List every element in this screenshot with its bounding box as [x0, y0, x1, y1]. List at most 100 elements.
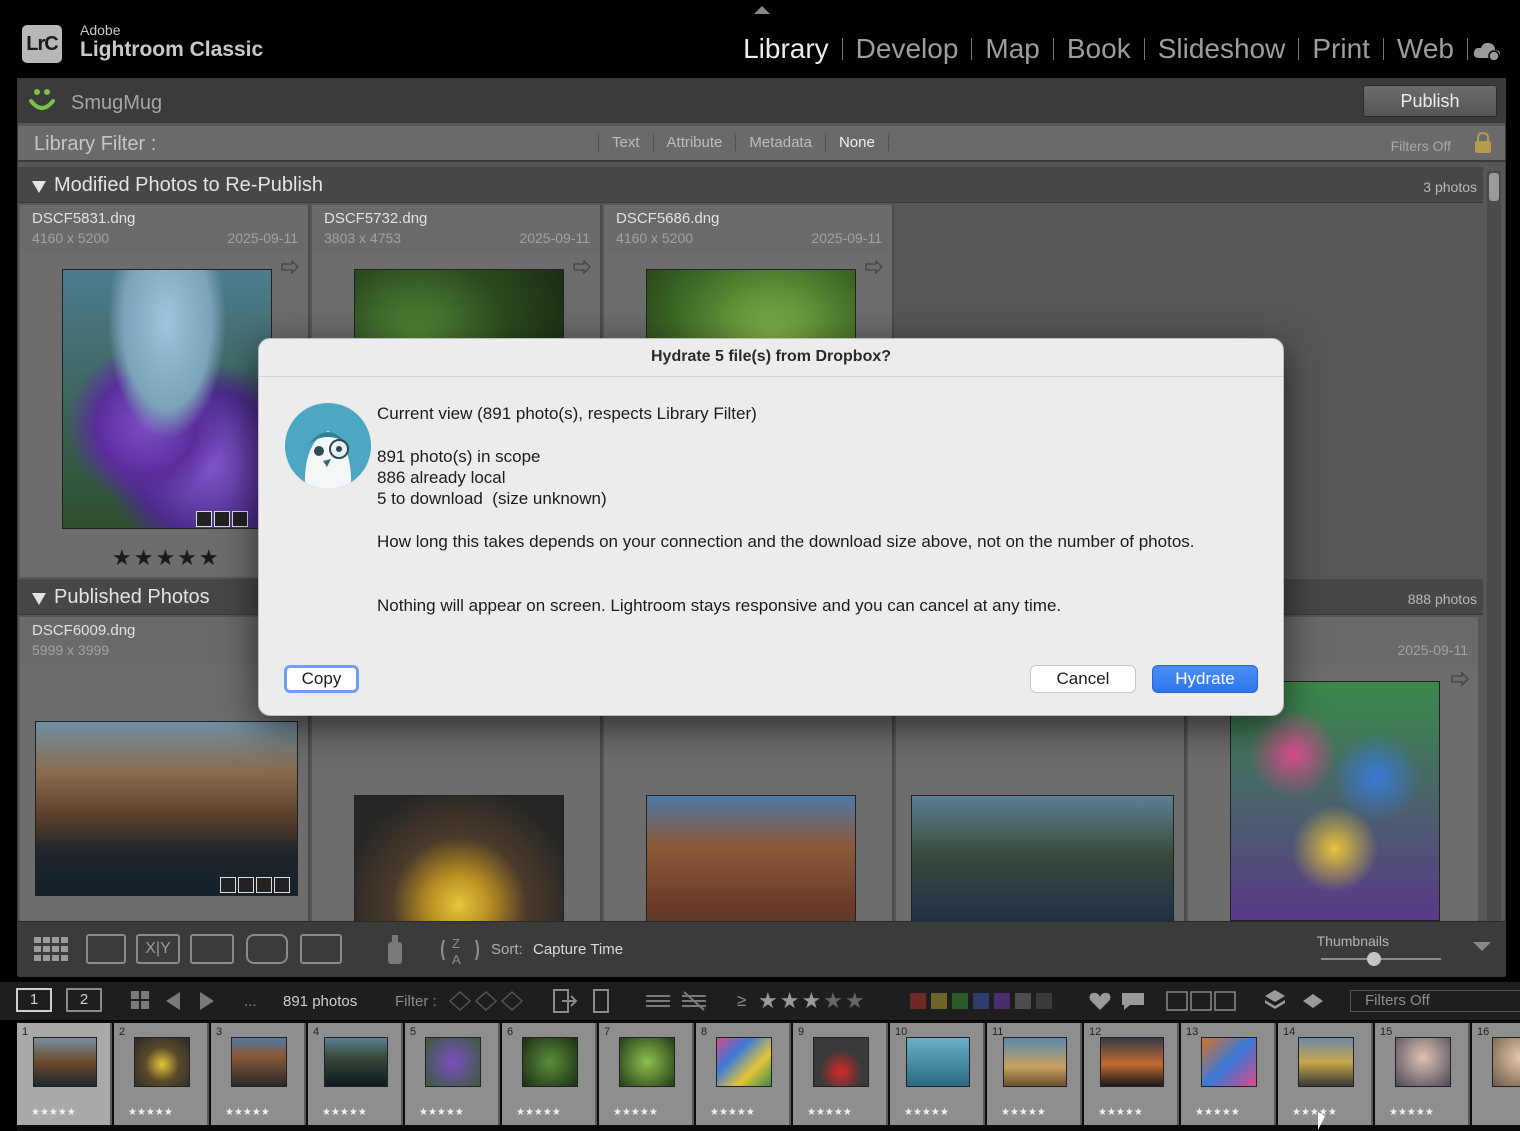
slideshow-view-icon[interactable]	[300, 934, 342, 964]
rating-operator[interactable]: ≥	[737, 991, 746, 1011]
rating-filter-stars[interactable]: ★★★★★	[758, 988, 867, 1014]
stack-icon[interactable]	[1264, 988, 1286, 1014]
filmstrip-thumb[interactable]: 16	[1472, 1023, 1520, 1125]
loupe-view-icon[interactable]	[86, 934, 126, 964]
filmstrip-thumb[interactable]: 12 ★★★★★	[1084, 1023, 1179, 1125]
photo-thumbnail[interactable]	[35, 721, 298, 896]
main-window-button[interactable]: 1	[16, 988, 52, 1012]
grid-view-icon[interactable]	[32, 934, 72, 964]
forward-arrow-icon[interactable]	[200, 992, 214, 1010]
photo-thumbnail[interactable]	[911, 795, 1174, 921]
toolbar-menu-chevron-icon[interactable]	[1473, 942, 1491, 951]
scrollbar-thumb[interactable]	[1489, 173, 1499, 201]
secondary-window-button[interactable]: 2	[66, 988, 102, 1012]
edit-status-icons[interactable]	[644, 990, 710, 1012]
filmstrip-filter-select[interactable]: Filters Off	[1350, 990, 1520, 1012]
module-picker: Library Develop Map Book Slideshow Print…	[730, 33, 1468, 65]
module-slideshow[interactable]: Slideshow	[1145, 33, 1299, 65]
filmstrip-thumb[interactable]: 11 ★★★★★	[987, 1023, 1082, 1125]
module-book[interactable]: Book	[1054, 33, 1144, 65]
module-library[interactable]: Library	[730, 33, 842, 65]
grid-icon[interactable]	[130, 990, 150, 1010]
photo-thumbnail[interactable]	[1230, 681, 1440, 921]
import-export-icons[interactable]	[552, 988, 614, 1014]
survey-view-icon[interactable]	[190, 934, 234, 964]
module-map[interactable]: Map	[972, 33, 1052, 65]
photo-count[interactable]: 891 photos	[283, 993, 357, 1010]
filmstrip-thumb[interactable]: 13 ★★★★★	[1181, 1023, 1276, 1125]
color-label-filter[interactable]	[910, 993, 1052, 1009]
cloud-sync-icon[interactable]	[1472, 40, 1502, 62]
grid-scrollbar[interactable]	[1487, 171, 1501, 921]
photo-thumbnail[interactable]	[354, 795, 564, 921]
filmstrip-thumb[interactable]: 7 ★★★★★	[599, 1023, 694, 1125]
file-name: DSCF5686.dng	[616, 210, 720, 227]
source-path[interactable]: ...	[244, 993, 257, 1010]
back-arrow-icon[interactable]	[166, 992, 180, 1010]
top-panel-toggle-icon[interactable]	[754, 6, 770, 14]
star-rating[interactable]: ★★★★★	[112, 545, 221, 571]
file-dimensions: 3803 x 4753	[324, 230, 402, 246]
collapse-chevron-icon[interactable]	[1302, 992, 1324, 1010]
file-date: 2025-09-11	[519, 230, 590, 246]
brand-name: Lightroom Classic	[80, 38, 264, 61]
compare-view-icon[interactable]: X|Y	[136, 934, 180, 964]
sync-arrow-icon	[281, 260, 299, 274]
flag-filter-icons[interactable]	[448, 990, 528, 1012]
filter-none[interactable]: None	[824, 134, 889, 151]
cancel-button[interactable]: Cancel	[1030, 665, 1136, 693]
filter-label: Filter :	[395, 993, 437, 1010]
library-filter-label: Library Filter :	[34, 133, 157, 155]
filter-metadata[interactable]: Metadata	[735, 134, 825, 151]
filter-text[interactable]: Text	[598, 134, 653, 151]
module-print[interactable]: Print	[1299, 33, 1383, 65]
lock-icon[interactable]	[1473, 132, 1493, 154]
section-title: Published Photos	[54, 586, 210, 608]
file-date: 2025-09-11	[227, 230, 298, 246]
cell-header: DSCF5686.dng 4160 x 5200 2025-09-11	[604, 205, 892, 253]
painter-spray-icon[interactable]	[384, 932, 406, 966]
svg-text:A: A	[452, 952, 461, 966]
filmstrip-thumb[interactable]: 10 ★★★★★	[890, 1023, 985, 1125]
filter-presets-select[interactable]: Filters Off	[1391, 138, 1451, 154]
hydrate-button[interactable]: Hydrate	[1152, 665, 1258, 693]
metadata-badges	[220, 877, 290, 893]
disclosure-triangle-icon[interactable]	[32, 593, 46, 605]
filmstrip-thumb[interactable]: 15 ★★★★★	[1375, 1023, 1470, 1125]
photo-thumbnail[interactable]	[646, 795, 856, 921]
filmstrip-thumb[interactable]: 6 ★★★★★	[502, 1023, 597, 1125]
metadata-badges	[196, 511, 248, 527]
filter-attribute[interactable]: Attribute	[652, 134, 736, 151]
filmstrip-thumb[interactable]: 9 ★★★★★	[793, 1023, 888, 1125]
filmstrip-thumb[interactable]: 14 ★★★★★	[1278, 1023, 1373, 1125]
filmstrip-thumb[interactable]: 5 ★★★★★	[405, 1023, 500, 1125]
filmstrip-thumb[interactable]: 3 ★★★★★	[211, 1023, 306, 1125]
filmstrip-thumb[interactable]: 4 ★★★★★	[308, 1023, 403, 1125]
section-modified-header[interactable]: Modified Photos to Re-Publish 3 photos	[18, 167, 1483, 203]
filmstrip-thumb[interactable]: 1 ★★★★★	[17, 1023, 112, 1125]
filmstrip-thumb[interactable]: 2 ★★★★★	[114, 1023, 209, 1125]
heart-comment-icons[interactable]	[1088, 990, 1146, 1012]
file-date: 2025-09-11	[1397, 642, 1468, 658]
dialog-count-line: 891 photo(s) in scope	[377, 447, 541, 466]
thumbnail-slider-knob[interactable]	[1367, 952, 1381, 966]
publish-service-header: SmugMug Publish	[18, 79, 1505, 123]
sort-direction-icon[interactable]: ZA	[438, 934, 486, 966]
people-view-icon[interactable]	[246, 934, 288, 964]
photo-thumbnail[interactable]	[62, 269, 272, 529]
publish-button[interactable]: Publish	[1363, 85, 1497, 117]
thumbnail-size-slider[interactable]	[1321, 958, 1441, 960]
filmstrip-thumb[interactable]: 8 ★★★★★	[696, 1023, 791, 1125]
kind-filter-icons[interactable]	[1166, 990, 1238, 1012]
module-web[interactable]: Web	[1384, 33, 1467, 65]
module-develop[interactable]: Develop	[843, 33, 972, 65]
dialog-duration-note: How long this takes depends on your conn…	[377, 532, 1195, 551]
copy-button[interactable]: Copy	[284, 665, 359, 693]
sync-arrow-icon	[1451, 672, 1469, 686]
sync-arrow-icon	[865, 260, 883, 274]
filter-options: Text Attribute Metadata None	[598, 134, 889, 151]
hydrate-dialog: Hydrate 5 file(s) from Dropbox? Current …	[258, 338, 1284, 716]
sort-select[interactable]: Capture Time	[533, 941, 623, 958]
disclosure-triangle-icon[interactable]	[32, 181, 46, 193]
sort-label: Sort:	[491, 941, 523, 958]
